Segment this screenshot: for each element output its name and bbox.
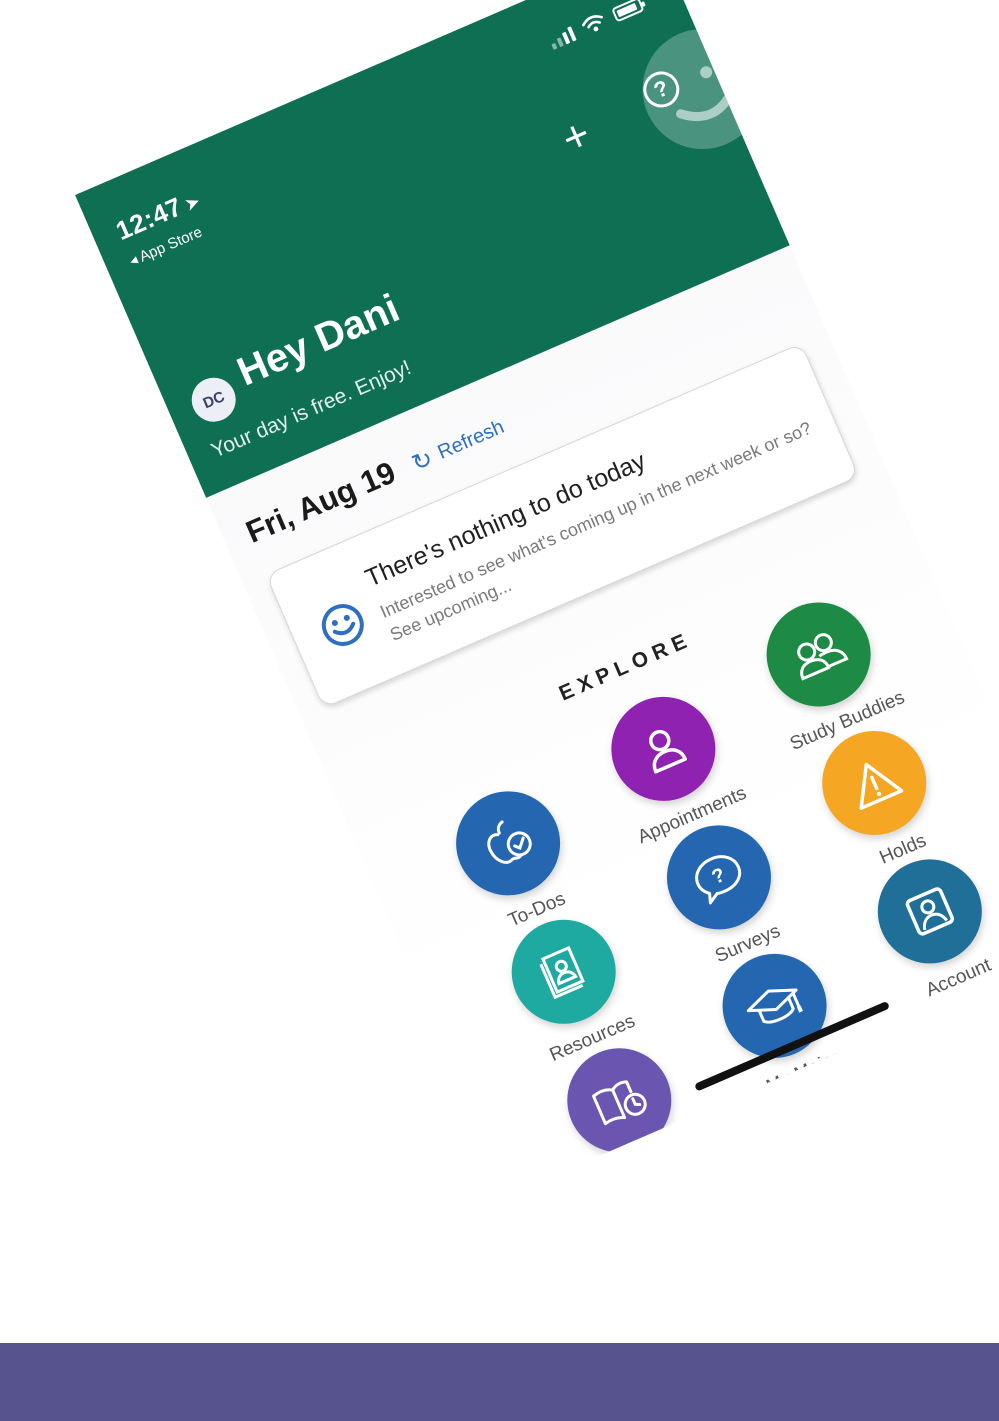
phone-screen: 12:47➤ ◂ App Store + ? DC Hey Dani Your … bbox=[75, 0, 999, 1196]
smiley-face-icon bbox=[321, 604, 364, 647]
status-icons bbox=[547, 0, 645, 51]
help-icon: ? bbox=[649, 74, 673, 104]
battery-icon bbox=[610, 0, 645, 23]
people-icon bbox=[797, 633, 849, 681]
signal-icon bbox=[548, 25, 577, 50]
refresh-button[interactable]: ↻ Refresh bbox=[407, 413, 509, 479]
warning-icon bbox=[859, 762, 904, 810]
book-person-icon bbox=[539, 945, 585, 1000]
background-band bbox=[0, 1343, 999, 1421]
book-clock-icon bbox=[592, 1080, 647, 1126]
svg-text:?: ? bbox=[709, 864, 729, 889]
refresh-label: Refresh bbox=[434, 415, 508, 464]
location-arrow-icon: ➤ bbox=[181, 190, 204, 216]
graduation-cap-icon bbox=[746, 988, 803, 1024]
add-button[interactable]: + bbox=[555, 109, 598, 164]
profile-card-icon bbox=[905, 887, 954, 936]
person-icon bbox=[649, 729, 687, 774]
apple-check-icon bbox=[487, 820, 532, 864]
speech-question-icon: ? bbox=[695, 855, 742, 905]
avatar[interactable]: DC bbox=[184, 370, 243, 429]
refresh-icon: ↻ bbox=[407, 445, 438, 478]
wifi-icon bbox=[582, 15, 604, 32]
